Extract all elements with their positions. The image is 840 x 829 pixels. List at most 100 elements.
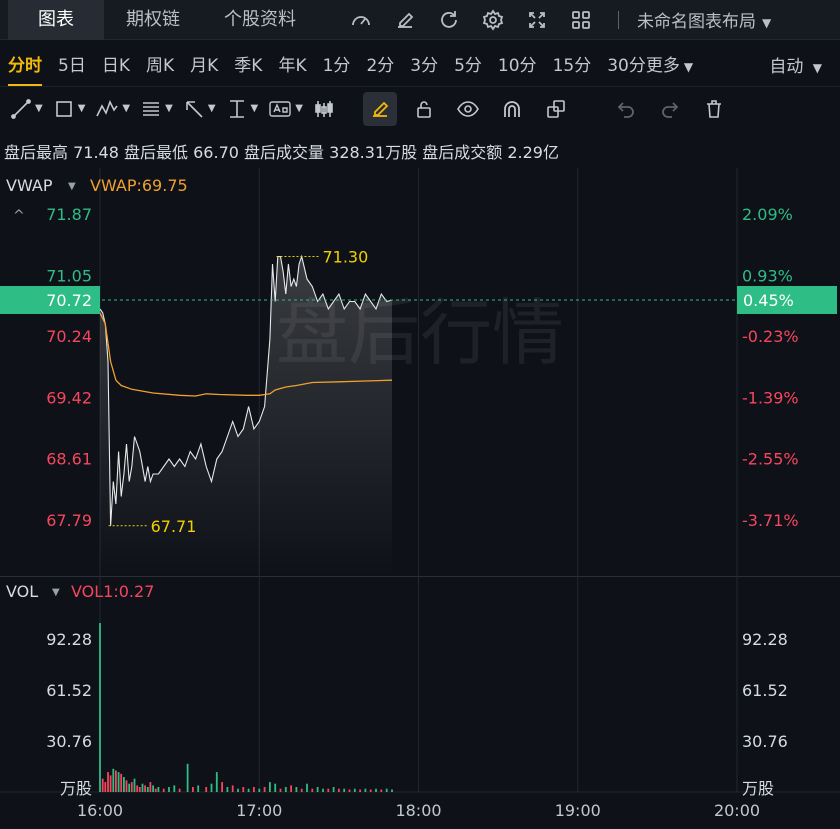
period-30min-more[interactable]: 30分更多 ▼ <box>607 51 693 76</box>
volume-bar <box>274 783 277 792</box>
volume-bar <box>258 788 261 792</box>
arrow-tool-icon[interactable]: ▼ <box>183 92 216 126</box>
undo-icon[interactable] <box>609 92 643 126</box>
grid-icon[interactable] <box>564 3 598 37</box>
eye-icon[interactable] <box>451 92 485 126</box>
volume-bar <box>186 763 189 792</box>
volume-bar <box>162 788 165 792</box>
volume-bar <box>247 788 250 792</box>
text-tool-icon[interactable]: ▼ <box>268 92 303 126</box>
gauge-icon[interactable] <box>344 3 378 37</box>
period-quarter-k[interactable]: 季K <box>234 51 262 76</box>
chevron-down-icon[interactable]: ▼ <box>52 587 60 598</box>
volume-tick-label: 61.52 <box>742 681 788 700</box>
y-axis-left: 71.87 71.05 70.24 69.42 68.61 67.79 <box>46 205 92 530</box>
volume-bar <box>316 787 319 792</box>
period-1min[interactable]: 1分 <box>323 51 351 76</box>
volume-bar <box>115 770 117 792</box>
redo-icon[interactable] <box>653 92 687 126</box>
volume-bar <box>149 782 152 792</box>
volume-bar <box>295 787 298 792</box>
volume-bar <box>306 783 308 792</box>
summary-low-value: 66.70 <box>193 143 239 162</box>
topbar-divider <box>618 10 619 29</box>
x-tick-label: 17:00 <box>236 801 282 820</box>
volume-bar <box>348 789 351 792</box>
chevron-down-icon[interactable]: ▼ <box>68 181 76 192</box>
summary-amount-label: 盘后成交额 <box>422 143 503 162</box>
volume-bar <box>154 788 157 792</box>
volume-bar <box>109 775 112 792</box>
volume-tick-label: 92.28 <box>46 630 92 649</box>
volume-bar <box>359 789 361 792</box>
refresh-icon[interactable] <box>432 3 466 37</box>
trash-icon[interactable] <box>697 92 731 126</box>
drawing-toolbar: ▼ ▼ ▼ ▼ ▼ ▼ ▼ <box>0 86 840 130</box>
volume-bar <box>237 788 239 792</box>
settings-icon[interactable] <box>476 3 510 37</box>
fullscreen-icon[interactable] <box>520 3 554 37</box>
volume-label[interactable]: VOL <box>6 582 38 601</box>
pane-divider <box>0 576 840 577</box>
pattern-tool-icon[interactable]: ▼ <box>95 92 130 126</box>
tab-stock-profile[interactable]: 个股资料 <box>202 0 318 40</box>
y-tick-label: 69.42 <box>46 389 92 408</box>
volume-bar <box>300 788 303 792</box>
unlock-icon[interactable] <box>407 92 441 126</box>
tab-chart[interactable]: 图表 <box>8 0 104 40</box>
period-5d[interactable]: 5日 <box>58 51 86 76</box>
line-tool-icon[interactable]: ▼ <box>10 92 43 126</box>
intraday-chart[interactable]: 盘后行情 71.3067.7170.72 0.45% 71.8771.0570.2… <box>0 168 840 829</box>
period-3min[interactable]: 3分 <box>410 51 438 76</box>
volume-bar <box>380 789 383 792</box>
volume-bar <box>117 772 120 792</box>
y-tick-label: 71.05 <box>46 266 92 285</box>
period-15min[interactable]: 15分 <box>553 51 592 76</box>
period-year-k[interactable]: 年K <box>278 51 306 76</box>
period-intraday[interactable]: 分时 <box>8 51 42 87</box>
rect-tool-icon[interactable]: ▼ <box>53 92 86 126</box>
volume-bar <box>120 773 123 792</box>
period-5min[interactable]: 5分 <box>454 51 482 76</box>
volume-bar <box>210 783 213 792</box>
period-2min[interactable]: 2分 <box>366 51 394 76</box>
edit-icon[interactable] <box>388 3 422 37</box>
volume-unit-label: 万股 <box>742 779 774 798</box>
volume-bar <box>290 785 292 792</box>
volume-bar <box>353 788 356 792</box>
magnet-icon[interactable] <box>495 92 529 126</box>
volume-layer: 92.28 92.28 61.52 61.52 30.76 30.76 万股 万股 <box>46 623 788 798</box>
chevron-down-icon: ▼ <box>77 103 86 114</box>
volume-bar <box>279 788 282 792</box>
summary-high-label: 盘后最高 <box>4 143 69 162</box>
y-tick-label: 71.87 <box>46 205 92 224</box>
volume-bar <box>215 772 218 792</box>
fib-tool-icon[interactable]: ▼ <box>140 92 173 126</box>
copy-icon[interactable] <box>539 92 573 126</box>
chevron-up-icon[interactable]: ^ <box>13 208 25 224</box>
candle-tool-icon[interactable] <box>313 92 335 126</box>
y-tick-label: 70.24 <box>46 327 92 346</box>
pencil-icon[interactable] <box>362 91 397 126</box>
y-tick-label: 68.61 <box>46 449 92 468</box>
layout-selector[interactable]: 未命名图表布局 ▼ <box>637 7 771 32</box>
auto-scale-button[interactable]: 自动 ▼ <box>769 52 822 77</box>
measure-tool-icon[interactable]: ▼ <box>226 92 259 126</box>
volume-bar <box>141 783 144 792</box>
volume-bar <box>168 787 170 792</box>
x-tick-label: 16:00 <box>77 801 123 820</box>
current-price-value: 70.72 <box>46 291 92 310</box>
period-day-k[interactable]: 日K <box>102 51 130 76</box>
volume-bar <box>253 787 255 792</box>
tab-option-chain[interactable]: 期权链 <box>104 0 202 40</box>
indicator-label[interactable]: VWAP <box>6 176 53 195</box>
period-10min[interactable]: 10分 <box>498 51 537 76</box>
chevron-down-icon: ▼ <box>683 59 694 74</box>
chevron-down-icon: ▼ <box>250 103 259 114</box>
volume-bar <box>375 788 377 792</box>
period-week-k[interactable]: 周K <box>146 51 174 76</box>
volume-bar <box>364 788 367 792</box>
volume-bar <box>144 785 146 792</box>
period-month-k[interactable]: 月K <box>190 51 218 76</box>
volume-bar <box>332 787 335 792</box>
